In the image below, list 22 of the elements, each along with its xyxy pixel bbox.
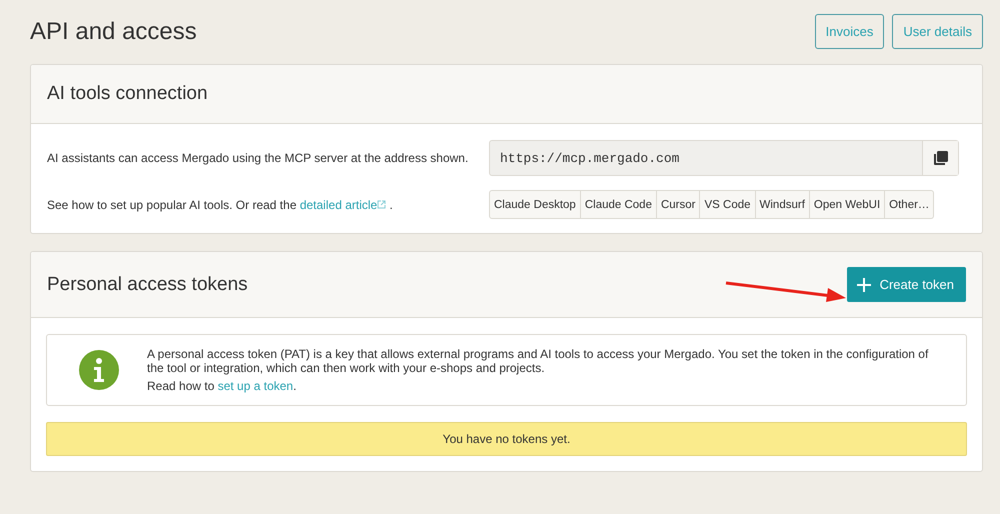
tool-button[interactable]: Cursor [656, 190, 700, 219]
tool-button[interactable]: Other… [885, 190, 934, 219]
copy-icon [934, 151, 948, 165]
tool-button[interactable]: Windsurf [756, 190, 810, 219]
read-how-text: Read how to set up a token. [147, 379, 298, 393]
copy-button[interactable] [922, 141, 958, 175]
empty-message: You have no tokens yet. [46, 422, 967, 456]
info-icon [79, 350, 119, 390]
create-token-button[interactable]: Create token [846, 267, 966, 302]
url-field[interactable]: https://mcp.mergado.com [489, 140, 959, 176]
tool-button[interactable]: Open WebUI [810, 190, 886, 219]
info-text: A personal access token (PAT) is a key that allows external programs and AI tools to access your Mergado. You set the token in the configuration of the tool or integration, which can then work with your e-shops and projects. [147, 347, 930, 375]
external-link-icon [377, 200, 386, 208]
plus-icon [856, 278, 871, 292]
tool-button[interactable]: Claude Desktop [489, 190, 581, 219]
card-title: AI tools connection [47, 83, 208, 105]
card-title: Personal access tokens [47, 274, 248, 296]
page-title: API and access [30, 18, 197, 46]
tool-button[interactable]: Claude Code [580, 190, 657, 219]
description-text: AI assistants can access Mergado using the MCP server at the address shown. [47, 151, 469, 165]
tool-button[interactable]: VS Code [700, 190, 756, 219]
setup-text: See how to set up popular AI tools. Or read the detailed article . [47, 198, 394, 212]
